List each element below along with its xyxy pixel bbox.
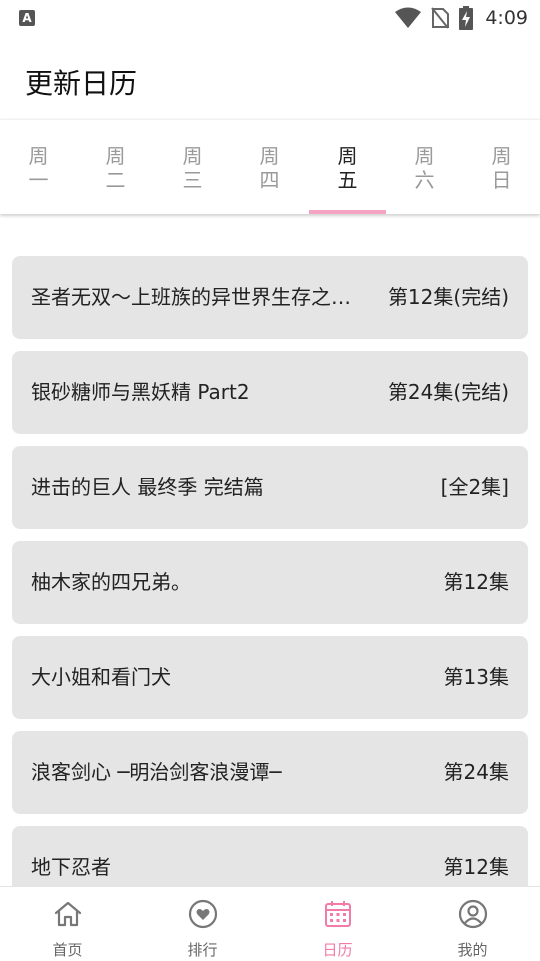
tab-monday[interactable]: 周 一	[0, 120, 77, 214]
app-bar: 更新日历	[0, 36, 540, 120]
episode-label: 第24集	[443, 760, 509, 784]
status-bar: A 4:09	[0, 0, 540, 36]
anime-title: 地下忍者	[31, 855, 111, 879]
nav-calendar[interactable]: 日历	[270, 887, 405, 961]
tab-saturday[interactable]: 周 六	[386, 120, 463, 214]
active-tab-indicator	[309, 210, 386, 214]
home-icon	[54, 901, 82, 927]
tab-sunday[interactable]: 周 日	[463, 120, 540, 214]
list-item[interactable]: 柚木家的四兄弟。 第12集	[12, 541, 528, 624]
no-sim-icon	[431, 7, 450, 29]
weekday-tabs: 周 一 周 二 周 三 周 四 周 五 周 六 周 日	[0, 120, 540, 214]
heart-icon	[188, 899, 218, 929]
anime-title: 银砂糖师与黑妖精 Part2	[31, 380, 250, 404]
episode-label: 第13集	[443, 665, 509, 689]
nav-ranking[interactable]: 排行	[135, 887, 270, 961]
anime-title: 大小姐和看门犬	[31, 665, 171, 689]
profile-icon	[458, 899, 488, 929]
page-title: 更新日历	[25, 67, 138, 100]
anime-title: 浪客剑心 ─明治剑客浪漫谭─	[31, 760, 282, 784]
tab-friday[interactable]: 周 五	[309, 120, 386, 214]
list-item[interactable]: 大小姐和看门犬 第13集	[12, 636, 528, 719]
list-item[interactable]: 银砂糖师与黑妖精 Part2 第24集(完结)	[12, 351, 528, 434]
nav-home[interactable]: 首页	[0, 887, 135, 961]
list-item[interactable]: 浪客剑心 ─明治剑客浪漫谭─ 第24集	[12, 731, 528, 814]
calendar-icon	[325, 901, 351, 927]
tab-wednesday[interactable]: 周 三	[154, 120, 231, 214]
schedule-list[interactable]: 圣者无双～上班族的异世界生存之道～ 第12集(完结) 银砂糖师与黑妖精 Part…	[12, 256, 528, 886]
list-item[interactable]: 圣者无双～上班族的异世界生存之道～ 第12集(完结)	[12, 256, 528, 339]
anime-title: 进击的巨人 最终季 完结篇	[31, 475, 264, 499]
anime-title: 柚木家的四兄弟。	[31, 570, 191, 594]
notification-app-icon: A	[19, 10, 35, 26]
nav-profile[interactable]: 我的	[405, 887, 540, 961]
episode-label: 第12集(完结)	[387, 285, 509, 309]
episode-label: [全2集]	[440, 475, 509, 499]
episode-label: 第24集(完结)	[387, 380, 509, 404]
anime-title: 圣者无双～上班族的异世界生存之道～	[31, 285, 361, 309]
bottom-navigation: 首页 排行 日历 我的	[0, 886, 540, 961]
episode-label: 第12集	[443, 570, 509, 594]
battery-charging-icon	[459, 6, 474, 30]
tab-thursday[interactable]: 周 四	[231, 120, 308, 214]
tab-tuesday[interactable]: 周 二	[77, 120, 154, 214]
list-item[interactable]: 地下忍者 第12集	[12, 826, 528, 886]
wifi-icon	[395, 7, 422, 28]
list-item[interactable]: 进击的巨人 最终季 完结篇 [全2集]	[12, 446, 528, 529]
clock: 4:09	[485, 7, 528, 29]
episode-label: 第12集	[443, 855, 509, 879]
